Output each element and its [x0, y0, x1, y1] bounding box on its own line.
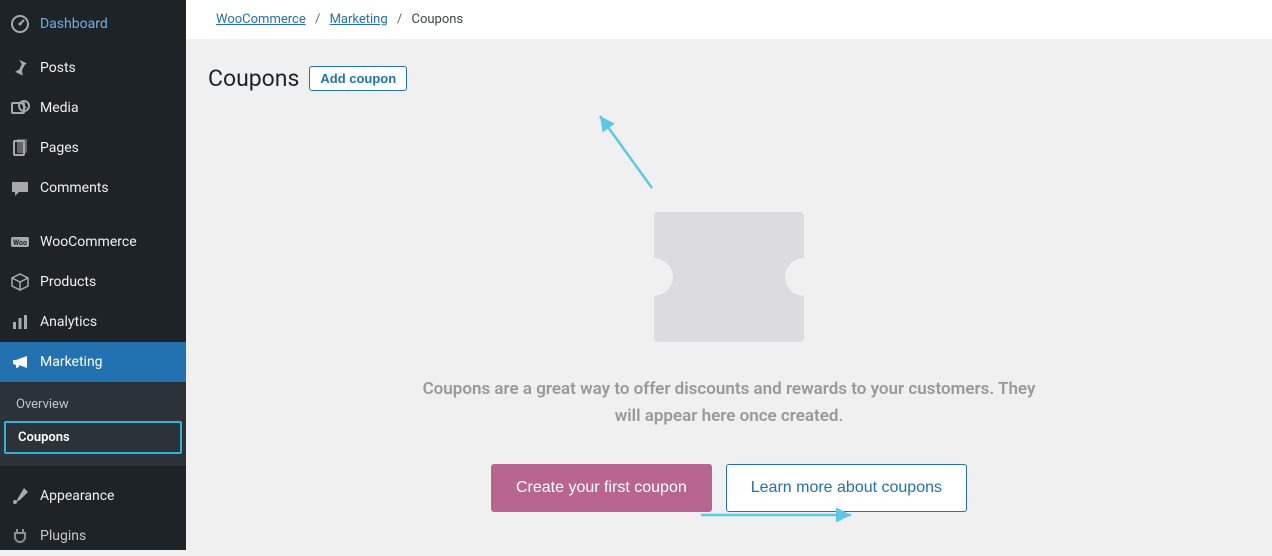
sidebar-item-label: Posts [40, 60, 76, 76]
submenu-item-overview[interactable]: Overview [4, 390, 182, 419]
pages-icon [10, 138, 30, 158]
sidebar-item-comments[interactable]: Comments [0, 168, 186, 208]
sidebar-item-plugins[interactable]: Plugins [0, 516, 186, 556]
heading-row: Coupons Add coupon [208, 65, 1250, 92]
empty-state-message: Coupons are a great way to offer discoun… [419, 376, 1039, 430]
submenu-item-label: Coupons [18, 430, 70, 445]
learn-more-button[interactable]: Learn more about coupons [726, 464, 967, 512]
sidebar-item-appearance[interactable]: Appearance [0, 476, 186, 516]
sidebar-item-label: Products [40, 274, 96, 290]
sidebar-item-pages[interactable]: Pages [0, 128, 186, 168]
sidebar-item-label: Plugins [40, 528, 86, 544]
breadcrumb-link-woocommerce[interactable]: WooCommerce [216, 12, 306, 27]
submenu-item-label: Overview [16, 397, 69, 412]
svg-text:Woo: Woo [13, 239, 27, 247]
sidebar-submenu: Overview Coupons [0, 382, 186, 466]
admin-sidebar: Dashboard Posts Media Pages Comments Woo… [0, 0, 186, 550]
pin-icon [10, 58, 30, 78]
sidebar-item-label: Appearance [40, 488, 114, 504]
topbar: WooCommerce / Marketing / Coupons [186, 0, 1272, 39]
sidebar-item-label: WooCommerce [40, 234, 137, 250]
sidebar-item-label: Marketing [40, 354, 103, 370]
empty-state: Coupons are a great way to offer discoun… [208, 92, 1250, 512]
sidebar-item-label: Dashboard [40, 16, 108, 32]
sidebar-item-woocommerce[interactable]: Woo WooCommerce [0, 222, 186, 262]
analytics-icon [10, 312, 30, 332]
breadcrumb-separator: / [315, 12, 320, 27]
breadcrumb-current: Coupons [411, 12, 463, 27]
plug-icon [10, 526, 30, 546]
sidebar-item-label: Analytics [40, 314, 97, 330]
dashboard-icon [10, 14, 30, 34]
sidebar-item-posts[interactable]: Posts [0, 48, 186, 88]
brush-icon [10, 486, 30, 506]
breadcrumb-link-marketing[interactable]: Marketing [330, 12, 388, 27]
woo-icon: Woo [10, 232, 30, 252]
sidebar-item-label: Pages [40, 140, 79, 156]
main-content: WooCommerce / Marketing / Coupons Coupon… [186, 0, 1272, 550]
breadcrumb: WooCommerce / Marketing / Coupons [216, 12, 1248, 27]
sidebar-item-label: Comments [40, 180, 109, 196]
ticket-icon [654, 212, 804, 342]
sidebar-item-media[interactable]: Media [0, 88, 186, 128]
products-icon [10, 272, 30, 292]
sidebar-item-label: Media [40, 100, 79, 116]
add-coupon-button[interactable]: Add coupon [309, 66, 407, 91]
page-title: Coupons [208, 65, 299, 92]
sidebar-item-analytics[interactable]: Analytics [0, 302, 186, 342]
sidebar-item-marketing[interactable]: Marketing [0, 342, 186, 382]
sidebar-item-dashboard[interactable]: Dashboard [0, 0, 186, 48]
comment-icon [10, 178, 30, 198]
media-icon [10, 98, 30, 118]
create-coupon-button[interactable]: Create your first coupon [491, 464, 712, 512]
content-area: Coupons Add coupon Coupons are a great w… [186, 39, 1272, 538]
submenu-item-coupons[interactable]: Coupons [4, 421, 182, 454]
megaphone-icon [10, 352, 30, 372]
sidebar-item-products[interactable]: Products [0, 262, 186, 302]
cta-row: Create your first coupon Learn more abou… [248, 464, 1210, 512]
breadcrumb-separator: / [397, 12, 402, 27]
